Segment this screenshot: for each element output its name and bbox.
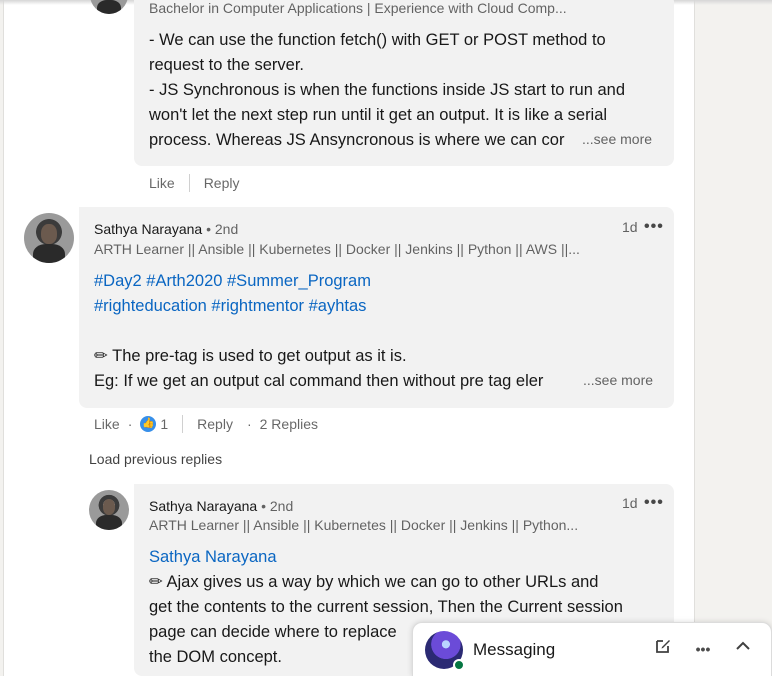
reply-time: 1d (622, 495, 638, 511)
body-line: process. Whereas JS Ansyncronous is wher… (149, 131, 565, 149)
reply-author: Sathya Narayana • 2nd (149, 498, 293, 514)
like-button[interactable]: Like (94, 416, 120, 432)
comments-page: Bachelor in Computer Applications | Expe… (0, 0, 772, 676)
comment-headline: ARTH Learner || Ansible || Kubernetes ||… (94, 241, 580, 257)
left-edge (0, 0, 4, 676)
reply-button[interactable]: Reply (197, 416, 233, 432)
hashtag-line[interactable]: #Day2 #Arth2020 #Summer_Program (94, 269, 659, 294)
reply-button[interactable]: Reply (204, 175, 240, 191)
messaging-bar[interactable]: Messaging ••• (412, 622, 772, 676)
pencil-icon: ✏ (149, 573, 163, 591)
avatar[interactable] (90, 0, 128, 14)
author-name-link[interactable]: Sathya Narayana (94, 221, 202, 237)
like-reaction-icon[interactable]: 👍 (140, 416, 157, 432)
connection-degree: • 2nd (261, 498, 294, 514)
comment-bubble-main: Sathya Narayana • 2nd 1d ••• ARTH Learne… (79, 207, 674, 408)
messaging-title[interactable]: Messaging (473, 640, 555, 660)
compose-icon[interactable] (651, 637, 675, 661)
body-line: get the contents to the current session,… (149, 598, 623, 616)
divider (188, 174, 190, 192)
body-line: Ajax gives us a way by which we can go t… (166, 573, 599, 591)
load-previous-replies-button[interactable]: Load previous replies (89, 451, 222, 467)
body-line: Eg: If we get an output cal command then… (94, 372, 544, 390)
comment-body: #Day2 #Arth2020 #Summer_Program #righted… (94, 269, 659, 394)
body-line: - JS Synchronous is when the functions i… (149, 81, 626, 99)
pencil-icon: ✏ (94, 347, 108, 365)
comment-time: 1d (622, 219, 638, 235)
more-options-button[interactable]: ••• (644, 218, 664, 236)
comment-actions-main: Like · 👍 1 Reply · 2 Replies (94, 415, 318, 433)
right-rail (694, 0, 772, 676)
reaction-count[interactable]: 1 (160, 416, 168, 432)
see-more-button[interactable]: ...see more (578, 131, 653, 147)
comment-actions-top: Like Reply (149, 174, 239, 192)
more-options-button[interactable]: ••• (691, 637, 715, 661)
mention-link[interactable]: Sathya Narayana (149, 545, 664, 570)
comment-headline: Bachelor in Computer Applications | Expe… (149, 0, 567, 16)
hashtag-line[interactable]: #righteducation #rightmentor #ayhtas (94, 294, 659, 319)
online-status-icon (453, 659, 465, 671)
comment-author: Sathya Narayana • 2nd (94, 221, 238, 237)
like-button[interactable]: Like (149, 175, 175, 191)
comment-bubble-top: Bachelor in Computer Applications | Expe… (134, 0, 674, 166)
more-options-button[interactable]: ••• (644, 494, 664, 512)
body-line: request to the server. (149, 56, 305, 74)
author-name-link[interactable]: Sathya Narayana (149, 498, 257, 514)
avatar[interactable] (24, 213, 74, 263)
body-line: The pre-tag is used to get output as it … (112, 347, 407, 365)
body-line: won't let the next step run until it get… (149, 106, 608, 124)
chevron-up-icon[interactable] (731, 637, 755, 661)
avatar[interactable] (89, 490, 129, 530)
divider (182, 415, 184, 433)
see-more-button[interactable]: ...see more (579, 372, 654, 388)
reply-headline: ARTH Learner || Ansible || Kubernetes ||… (149, 517, 579, 533)
replies-count-button[interactable]: 2 Replies (260, 416, 318, 432)
body-line: - We can use the function fetch() with G… (149, 31, 606, 49)
connection-degree: • 2nd (206, 221, 239, 237)
